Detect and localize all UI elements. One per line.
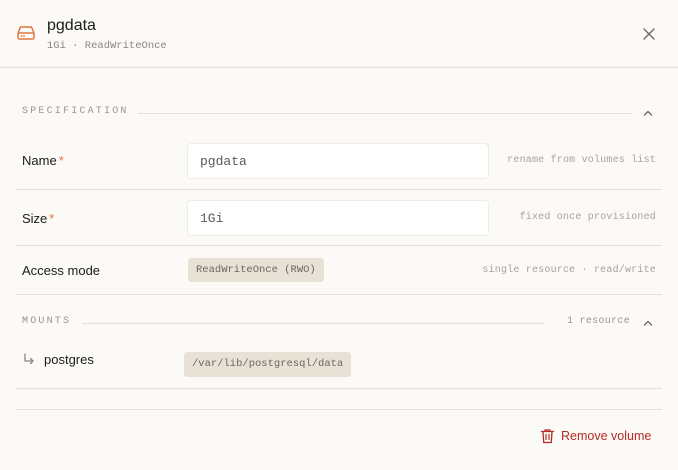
size-label: Size * xyxy=(22,211,55,226)
access-mode-chip: ReadWriteOnce (RWO) xyxy=(188,258,324,282)
section-divider xyxy=(138,113,632,114)
section-divider xyxy=(82,323,544,324)
name-row: Name* rename from volumes list xyxy=(16,132,662,190)
name-label: Name * xyxy=(22,153,64,168)
required-mark: * xyxy=(58,153,64,168)
access-mode-row: Access mode ReadWriteOnce (RWO) single r… xyxy=(16,246,662,295)
name-hint: rename from volumes list xyxy=(507,155,656,166)
volume-title: pgdata xyxy=(47,17,96,34)
trash-icon xyxy=(540,429,555,444)
size-row: Size* fixed once provisioned xyxy=(16,190,662,246)
return-arrow-icon xyxy=(24,353,34,365)
mount-resource-name: postgres xyxy=(44,352,94,367)
size-input[interactable] xyxy=(188,201,488,235)
size-hint: fixed once provisioned xyxy=(519,212,656,223)
mounts-section-label: MOUNTS xyxy=(22,316,80,327)
chevron-up-icon[interactable] xyxy=(642,107,654,119)
access-mode-hint: single resource · read/write xyxy=(482,265,656,276)
panel-header: pgdata 1Gi · ReadWriteOnce xyxy=(0,0,678,68)
name-input[interactable] xyxy=(188,144,488,178)
hard-drive-icon xyxy=(17,26,35,40)
remove-volume-label: Remove volume xyxy=(561,429,652,443)
mounts-section-header[interactable]: MOUNTS 1 resource xyxy=(16,312,662,334)
chevron-up-icon[interactable] xyxy=(642,317,654,329)
volume-detail-panel: pgdata 1Gi · ReadWriteOnce SPECIFICATION… xyxy=(0,0,678,470)
close-icon[interactable] xyxy=(639,24,659,44)
specification-section-label: SPECIFICATION xyxy=(22,106,137,117)
mounts-count: 1 resource xyxy=(566,316,630,327)
access-mode-label: Access mode xyxy=(22,263,101,278)
volume-subtitle: 1Gi · ReadWriteOnce xyxy=(47,40,167,52)
footer-divider xyxy=(16,409,662,410)
specification-section-header[interactable]: SPECIFICATION xyxy=(16,102,662,124)
mount-row[interactable]: postgres /var/lib/postgresql/data xyxy=(16,342,662,389)
mount-path-chip: /var/lib/postgresql/data xyxy=(184,352,352,377)
required-mark: * xyxy=(49,211,55,226)
remove-volume-button[interactable]: Remove volume xyxy=(540,427,651,445)
